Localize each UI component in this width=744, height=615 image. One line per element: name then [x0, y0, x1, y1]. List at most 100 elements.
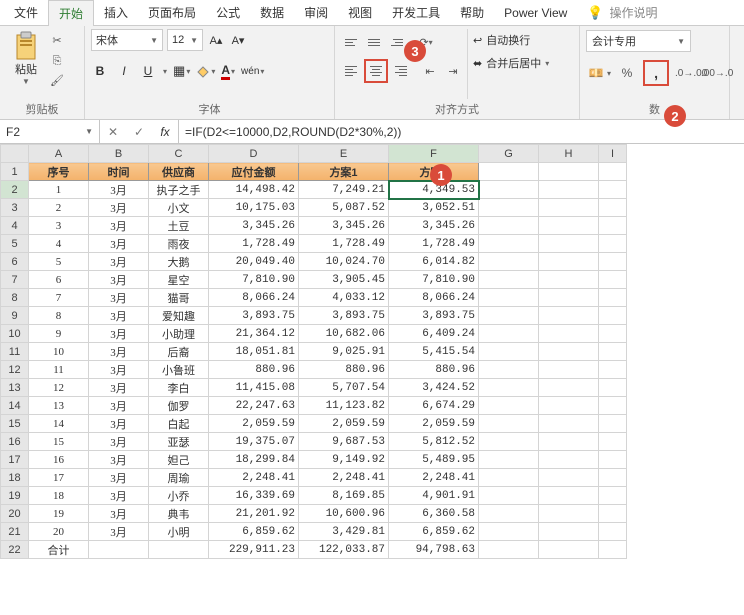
comma-style-button[interactable]: , [643, 60, 669, 86]
cell[interactable]: 22,247.63 [209, 397, 299, 415]
cell[interactable]: 8,066.24 [209, 289, 299, 307]
cell[interactable]: 11 [29, 361, 89, 379]
cell[interactable]: 5,415.54 [389, 343, 479, 361]
phonetic-button[interactable]: wén▾ [241, 66, 264, 77]
tell-me[interactable]: 操作说明 [609, 4, 657, 21]
cell[interactable]: 4,033.12 [299, 289, 389, 307]
align-left-button[interactable] [341, 61, 361, 81]
row-header-2[interactable]: 2 [1, 181, 29, 199]
cell[interactable]: 10,682.06 [299, 325, 389, 343]
col-header-G[interactable]: G [479, 145, 539, 163]
cell[interactable]: 3,429.81 [299, 523, 389, 541]
cell[interactable]: 12 [29, 379, 89, 397]
increase-font-button[interactable]: A▴ [207, 34, 225, 47]
cell[interactable]: 13 [29, 397, 89, 415]
cell[interactable]: 10,600.96 [299, 505, 389, 523]
cell[interactable]: 880.96 [389, 361, 479, 379]
cell[interactable]: 伽罗 [149, 397, 209, 415]
tab-powerview[interactable]: Power View [494, 2, 577, 24]
tab-view[interactable]: 视图 [338, 0, 382, 25]
cell[interactable]: 1,728.49 [389, 235, 479, 253]
cell[interactable]: 3,893.75 [209, 307, 299, 325]
tab-help[interactable]: 帮助 [450, 0, 494, 25]
cell[interactable]: 1,728.49 [209, 235, 299, 253]
underline-button[interactable]: U [139, 61, 157, 81]
font-size-combo[interactable]: 12▼ [167, 29, 203, 51]
col-header-F[interactable]: F [389, 145, 479, 163]
cell[interactable]: 3月 [89, 289, 149, 307]
cell[interactable]: 6,674.29 [389, 397, 479, 415]
col-header-C[interactable]: C [149, 145, 209, 163]
name-box[interactable]: F2▼ [0, 120, 100, 143]
formula-input[interactable]: =IF(D2<=10000,D2,ROUND(D2*30%,2)) [179, 120, 744, 143]
cell[interactable]: 妲己 [149, 451, 209, 469]
row-header-11[interactable]: 11 [1, 343, 29, 361]
cell[interactable]: 小文 [149, 199, 209, 217]
row-header-13[interactable]: 13 [1, 379, 29, 397]
cell[interactable]: 9,025.91 [299, 343, 389, 361]
tab-data[interactable]: 数据 [250, 0, 294, 25]
cell[interactable]: 亚瑟 [149, 433, 209, 451]
cell[interactable]: 爱知趣 [149, 307, 209, 325]
cell[interactable]: 小鲁班 [149, 361, 209, 379]
cell[interactable]: 合计 [29, 541, 89, 559]
cell[interactable]: 3月 [89, 271, 149, 289]
row-header-14[interactable]: 14 [1, 397, 29, 415]
cell[interactable]: 6,014.82 [389, 253, 479, 271]
row-header-4[interactable]: 4 [1, 217, 29, 235]
cell[interactable]: 3月 [89, 307, 149, 325]
cell[interactable]: 3月 [89, 181, 149, 199]
cell[interactable]: 11,415.08 [209, 379, 299, 397]
cell[interactable]: 3月 [89, 451, 149, 469]
wrap-text-button[interactable]: ↩自动换行 [473, 32, 549, 48]
cell[interactable]: 7,810.90 [209, 271, 299, 289]
fill-color-button[interactable]: ▾ [196, 64, 215, 78]
cell[interactable]: 3月 [89, 199, 149, 217]
cell[interactable]: 6,409.24 [389, 325, 479, 343]
cell[interactable]: 李白 [149, 379, 209, 397]
tab-review[interactable]: 审阅 [294, 0, 338, 25]
row-header-15[interactable]: 15 [1, 415, 29, 433]
cell[interactable]: 3月 [89, 523, 149, 541]
cell[interactable]: 3月 [89, 235, 149, 253]
cell[interactable]: 19 [29, 505, 89, 523]
cell[interactable]: 14 [29, 415, 89, 433]
increase-indent-button[interactable]: ⇥ [443, 61, 463, 81]
fx-button[interactable]: fx [152, 125, 178, 139]
cancel-formula-button[interactable]: ✕ [100, 125, 126, 139]
tab-file[interactable]: 文件 [4, 0, 48, 25]
cell[interactable]: 3月 [89, 253, 149, 271]
cell[interactable]: 11,123.82 [299, 397, 389, 415]
cell[interactable]: 3月 [89, 217, 149, 235]
cell[interactable]: 10,024.70 [299, 253, 389, 271]
cut-button[interactable]: ✂ [49, 33, 65, 49]
cell[interactable]: 1,728.49 [299, 235, 389, 253]
cell[interactable]: 后裔 [149, 343, 209, 361]
cell[interactable]: 6,859.62 [389, 523, 479, 541]
col-header-E[interactable]: E [299, 145, 389, 163]
row-header-1[interactable]: 1 [1, 163, 29, 181]
format-painter-button[interactable]: 🖌 [49, 73, 65, 89]
cell[interactable]: 2,059.59 [299, 415, 389, 433]
row-header-6[interactable]: 6 [1, 253, 29, 271]
accounting-format-button[interactable]: 💴▾ [586, 63, 611, 83]
col-header-H[interactable]: H [539, 145, 599, 163]
paste-button[interactable]: 粘贴 ▼ [6, 29, 46, 86]
tab-insert[interactable]: 插入 [94, 0, 138, 25]
cell[interactable]: 3月 [89, 361, 149, 379]
cell[interactable]: 雨夜 [149, 235, 209, 253]
cell[interactable]: 3,905.45 [299, 271, 389, 289]
bold-button[interactable]: B [91, 61, 109, 81]
decrease-font-button[interactable]: A▾ [229, 34, 247, 47]
number-format-combo[interactable]: 会计专用▼ [586, 30, 691, 52]
cell[interactable]: 122,033.87 [299, 541, 389, 559]
cell[interactable]: 白起 [149, 415, 209, 433]
cell[interactable]: 7,810.90 [389, 271, 479, 289]
cell[interactable]: 94,798.63 [389, 541, 479, 559]
cell[interactable]: 4 [29, 235, 89, 253]
underline-caret[interactable]: ▾ [163, 67, 167, 76]
row-header-20[interactable]: 20 [1, 505, 29, 523]
cell[interactable]: 小乔 [149, 487, 209, 505]
cell[interactable]: 18 [29, 487, 89, 505]
cell[interactable]: 3月 [89, 433, 149, 451]
